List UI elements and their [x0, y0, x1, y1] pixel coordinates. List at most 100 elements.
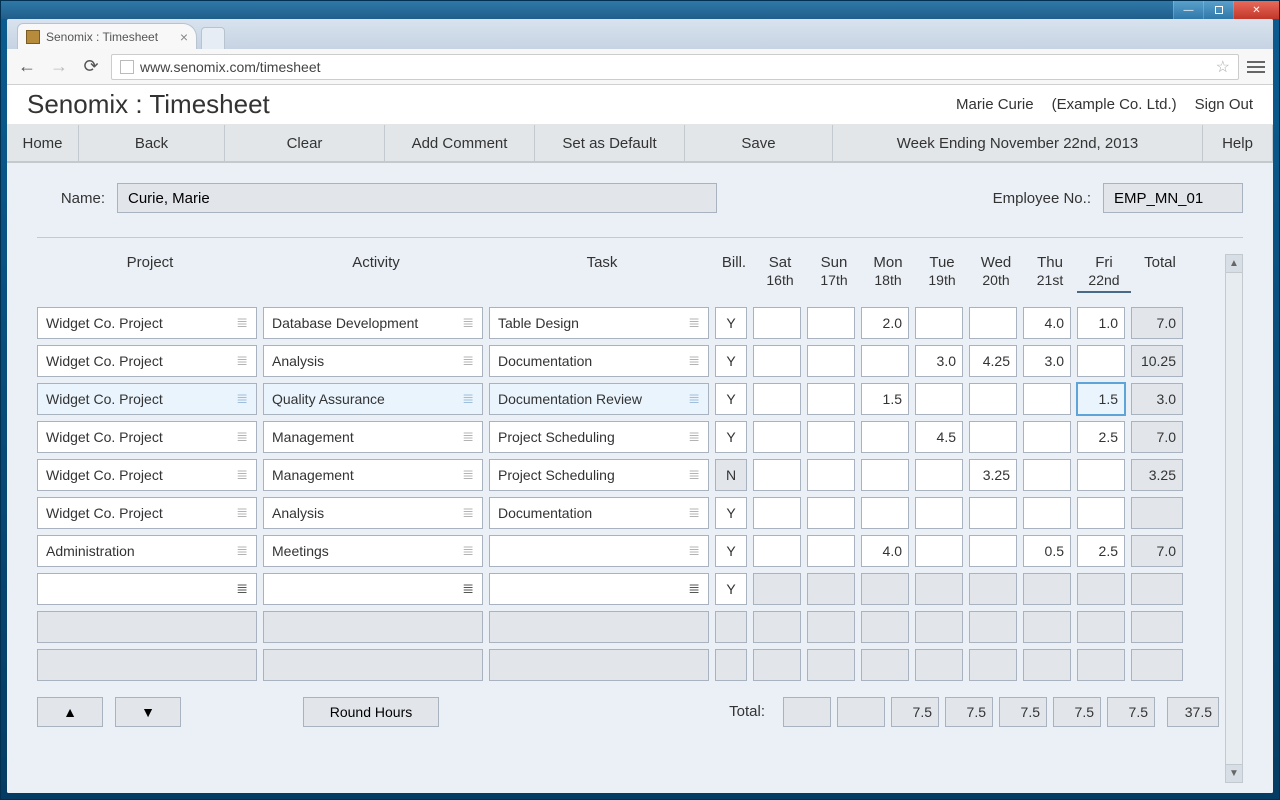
close-button[interactable]: ✕: [1233, 1, 1279, 19]
billable-cell[interactable]: Y: [715, 535, 747, 567]
new-tab-button[interactable]: [201, 27, 225, 49]
billable-cell[interactable]: Y: [715, 383, 747, 415]
list-picker-icon[interactable]: ≣: [462, 390, 474, 407]
list-picker-icon[interactable]: ≣: [236, 352, 248, 369]
hours-cell[interactable]: [807, 535, 855, 567]
hours-cell[interactable]: [969, 383, 1017, 415]
billable-cell[interactable]: Y: [715, 497, 747, 529]
hours-cell[interactable]: [753, 421, 801, 453]
hours-cell[interactable]: [807, 345, 855, 377]
project-cell[interactable]: Widget Co. Project≣: [37, 421, 257, 453]
row-up-button[interactable]: ▲: [37, 697, 103, 727]
round-hours-button[interactable]: Round Hours: [303, 697, 439, 727]
hours-cell[interactable]: [861, 421, 909, 453]
hours-cell[interactable]: [753, 383, 801, 415]
hours-cell[interactable]: [1077, 497, 1125, 529]
billable-cell[interactable]: Y: [715, 573, 747, 605]
scroll-up-icon[interactable]: ▲: [1226, 255, 1242, 273]
hours-cell[interactable]: 4.0: [1023, 307, 1071, 339]
billable-cell[interactable]: N: [715, 459, 747, 491]
hours-cell[interactable]: [753, 573, 801, 605]
hours-cell[interactable]: [753, 345, 801, 377]
list-picker-icon[interactable]: ≣: [688, 352, 700, 369]
project-cell[interactable]: ≣: [37, 573, 257, 605]
tab-close-icon[interactable]: ×: [180, 29, 188, 45]
hours-cell[interactable]: [1023, 497, 1071, 529]
hours-cell[interactable]: 1.5: [861, 383, 909, 415]
billable-cell[interactable]: Y: [715, 307, 747, 339]
hours-cell[interactable]: [807, 383, 855, 415]
task-cell[interactable]: Table Design≣: [489, 307, 709, 339]
hours-cell[interactable]: [807, 307, 855, 339]
list-picker-icon[interactable]: ≣: [688, 580, 700, 597]
hours-cell[interactable]: [753, 459, 801, 491]
hours-cell[interactable]: [753, 535, 801, 567]
set-default-button[interactable]: Set as Default: [535, 125, 685, 162]
week-ending-button[interactable]: Week Ending November 22nd, 2013: [833, 125, 1203, 162]
hours-cell[interactable]: 4.5: [915, 421, 963, 453]
hours-cell[interactable]: [1023, 459, 1071, 491]
project-cell[interactable]: Widget Co. Project≣: [37, 459, 257, 491]
hours-cell[interactable]: [969, 535, 1017, 567]
hours-cell[interactable]: [753, 497, 801, 529]
task-cell[interactable]: ≣: [489, 535, 709, 567]
hours-cell[interactable]: [915, 535, 963, 567]
hours-cell[interactable]: [915, 307, 963, 339]
activity-cell[interactable]: Analysis≣: [263, 345, 483, 377]
maximize-button[interactable]: [1203, 1, 1233, 19]
help-button[interactable]: Help: [1203, 125, 1273, 162]
hours-cell[interactable]: 2.5: [1077, 421, 1125, 453]
activity-cell[interactable]: Quality Assurance≣: [263, 383, 483, 415]
task-cell[interactable]: Project Scheduling≣: [489, 459, 709, 491]
list-picker-icon[interactable]: ≣: [462, 580, 474, 597]
activity-cell[interactable]: Analysis≣: [263, 497, 483, 529]
hours-cell[interactable]: [969, 497, 1017, 529]
hours-cell[interactable]: [915, 459, 963, 491]
hours-cell[interactable]: [1077, 459, 1125, 491]
billable-cell[interactable]: Y: [715, 421, 747, 453]
name-field[interactable]: [117, 183, 717, 213]
list-picker-icon[interactable]: ≣: [462, 352, 474, 369]
activity-cell[interactable]: ≣: [263, 573, 483, 605]
list-picker-icon[interactable]: ≣: [688, 466, 700, 483]
sign-out-link[interactable]: Sign Out: [1195, 96, 1253, 113]
hours-cell[interactable]: [807, 459, 855, 491]
hours-cell[interactable]: [915, 573, 963, 605]
hours-cell[interactable]: 1.0: [1077, 307, 1125, 339]
bookmark-icon[interactable]: ☆: [1216, 57, 1230, 77]
task-cell[interactable]: Documentation≣: [489, 345, 709, 377]
hours-cell[interactable]: 2.0: [861, 307, 909, 339]
list-picker-icon[interactable]: ≣: [236, 390, 248, 407]
list-picker-icon[interactable]: ≣: [462, 428, 474, 445]
list-picker-icon[interactable]: ≣: [462, 314, 474, 331]
activity-cell[interactable]: Database Development≣: [263, 307, 483, 339]
hours-cell[interactable]: 3.25: [969, 459, 1017, 491]
hours-cell[interactable]: [753, 307, 801, 339]
clear-button[interactable]: Clear: [225, 125, 385, 162]
list-picker-icon[interactable]: ≣: [236, 314, 248, 331]
address-bar[interactable]: www.senomix.com/timesheet ☆: [111, 54, 1239, 80]
hours-cell[interactable]: [861, 497, 909, 529]
hours-cell[interactable]: 3.0: [915, 345, 963, 377]
hours-cell[interactable]: [915, 497, 963, 529]
list-picker-icon[interactable]: ≣: [688, 428, 700, 445]
activity-cell[interactable]: Management≣: [263, 459, 483, 491]
hours-cell[interactable]: 2.5: [1077, 535, 1125, 567]
task-cell[interactable]: Documentation Review≣: [489, 383, 709, 415]
hours-cell[interactable]: 0.5: [1023, 535, 1071, 567]
list-picker-icon[interactable]: ≣: [462, 542, 474, 559]
hours-cell[interactable]: 1.5: [1077, 383, 1125, 415]
hours-cell[interactable]: [1077, 345, 1125, 377]
hours-cell[interactable]: [861, 573, 909, 605]
browser-tab[interactable]: Senomix : Timesheet ×: [17, 23, 197, 49]
list-picker-icon[interactable]: ≣: [688, 314, 700, 331]
list-picker-icon[interactable]: ≣: [688, 504, 700, 521]
hours-cell[interactable]: [807, 421, 855, 453]
browser-menu-icon[interactable]: [1247, 61, 1265, 73]
reload-button[interactable]: ⟳: [79, 55, 103, 79]
list-picker-icon[interactable]: ≣: [236, 428, 248, 445]
hours-cell[interactable]: [969, 573, 1017, 605]
hours-cell[interactable]: [969, 421, 1017, 453]
hours-cell[interactable]: [1023, 383, 1071, 415]
billable-cell[interactable]: Y: [715, 345, 747, 377]
